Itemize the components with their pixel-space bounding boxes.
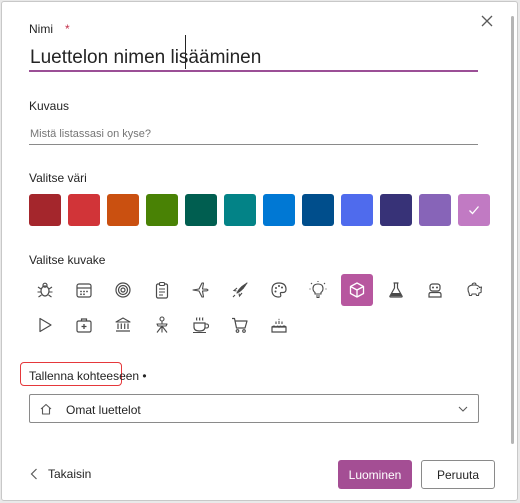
first-aid-kit-icon [76, 318, 92, 333]
name-label: Nimi * [29, 22, 70, 36]
icon-option-cake[interactable] [263, 309, 295, 341]
cancel-button[interactable]: Peruuta [421, 460, 495, 489]
back-button[interactable]: Takaisin [30, 465, 91, 483]
close-icon[interactable] [478, 12, 496, 30]
color-swatch-red[interactable] [68, 194, 100, 226]
color-swatch-orchid-selected[interactable] [458, 194, 490, 226]
color-swatch-blue[interactable] [263, 194, 295, 226]
icon-option-play-triangle[interactable] [29, 309, 61, 341]
color-swatch-green[interactable] [146, 194, 178, 226]
color-swatch-dark-teal[interactable] [185, 194, 217, 226]
cube-icon [349, 282, 365, 298]
clipboard-icon [155, 281, 169, 299]
scrollbar[interactable] [511, 16, 514, 444]
icon-option-bank[interactable] [107, 309, 139, 341]
location-value: Omat luettelot [66, 403, 141, 417]
icon-option-coffee-cup[interactable] [185, 309, 217, 341]
airplane-icon [192, 282, 209, 298]
lightbulb-icon [309, 281, 327, 299]
coffee-cup-icon [193, 317, 210, 334]
survey-stand-icon [156, 316, 168, 333]
required-mark: * [65, 22, 70, 36]
icon-option-survey-stand[interactable] [146, 309, 178, 341]
chevron-left-icon [30, 468, 37, 480]
cake-icon [271, 318, 287, 333]
icon-option-first-aid-kit[interactable] [68, 309, 100, 341]
color-swatch-periwinkle[interactable] [341, 194, 373, 226]
color-swatches [29, 194, 497, 226]
create-button[interactable]: Luominen [338, 460, 412, 489]
piggy-bank-icon [467, 282, 483, 297]
icon-option-palette[interactable] [263, 274, 295, 306]
flask-icon [389, 282, 403, 298]
color-swatch-orange[interactable] [107, 194, 139, 226]
icon-option-flask[interactable] [380, 274, 412, 306]
color-swatch-dark-red[interactable] [29, 194, 61, 226]
create-list-dialog: Nimi* Kuvaus Valitse väri Valitse kuvake… [1, 1, 518, 501]
icon-option-calendar[interactable] [68, 274, 100, 306]
description-label: Kuvaus [29, 99, 70, 113]
icon-option-cube[interactable] [341, 274, 373, 306]
icon-option-piggy-bank[interactable] [458, 274, 490, 306]
save-to-label: Tallenna kohteeseen • [29, 369, 147, 383]
icon-option-robot[interactable] [419, 274, 451, 306]
location-dropdown[interactable]: Omat luettelot [29, 394, 479, 423]
color-label: Valitse väri [29, 171, 87, 185]
icon-option-target[interactable] [107, 274, 139, 306]
shopping-cart-icon [232, 317, 248, 333]
icon-option-shopping-cart[interactable] [224, 309, 256, 341]
icon-option-airplane[interactable] [185, 274, 217, 306]
icon-option-bug[interactable] [29, 274, 61, 306]
bug-icon [37, 282, 53, 298]
calendar-icon [76, 283, 92, 298]
home-icon [40, 403, 52, 415]
icon-option-lightbulb[interactable] [302, 274, 334, 306]
play-triangle-icon [39, 317, 52, 333]
icon-label: Valitse kuvake [29, 253, 106, 267]
bank-icon [115, 317, 131, 332]
description-input[interactable] [29, 123, 478, 145]
icon-option-clipboard[interactable] [146, 274, 178, 306]
robot-icon [428, 283, 442, 298]
text-caret [185, 35, 186, 69]
rocket-icon [232, 282, 248, 298]
icon-option-rocket[interactable] [224, 274, 256, 306]
color-swatch-purple[interactable] [419, 194, 451, 226]
color-swatch-teal[interactable] [224, 194, 256, 226]
color-swatch-dark-blue[interactable] [302, 194, 334, 226]
palette-icon [271, 282, 287, 298]
target-icon [115, 282, 131, 298]
color-swatch-indigo[interactable] [380, 194, 412, 226]
chevron-down-icon [458, 406, 468, 412]
back-label: Takaisin [48, 467, 92, 481]
checkmark-icon [469, 206, 479, 215]
list-name-input[interactable] [29, 46, 478, 72]
